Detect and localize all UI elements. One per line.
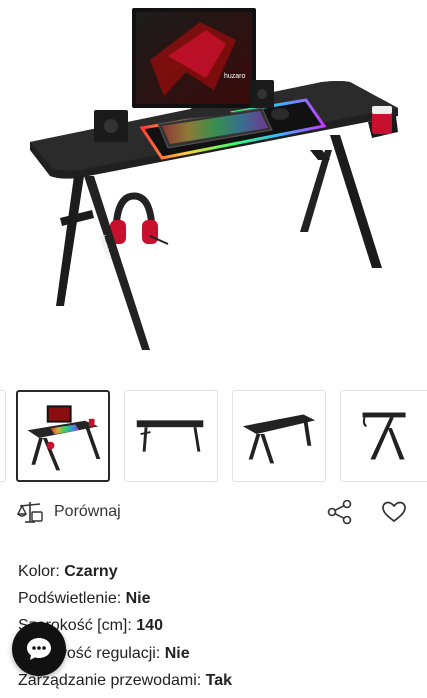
spec-value: Nie [125, 590, 151, 608]
spec-color: Kolor: Czarny [18, 560, 418, 587]
compare-button[interactable]: Porównaj [16, 498, 121, 526]
spec-width: Szerokość [cm]: 140 [18, 614, 418, 641]
thumbnail-previous[interactable] [0, 390, 6, 482]
desk-with-setup-icon [27, 405, 101, 471]
share-icon [327, 499, 352, 525]
desk-side-view-icon [362, 412, 406, 460]
spec-value: 140 [136, 617, 163, 635]
chat-button[interactable] [12, 622, 66, 676]
spec-backlight: Podświetlenie: Nie [18, 587, 418, 614]
favorite-button[interactable] [378, 496, 410, 528]
thumbnail-3[interactable] [232, 390, 326, 482]
gaming-desk-image: huzaro huzaro [30, 8, 398, 350]
desk-angle-view-icon [242, 414, 316, 464]
desk-front-view-icon [136, 420, 204, 452]
spec-label: Kolor: [18, 563, 60, 580]
product-specs: Kolor: Czarny Podświetlenie: Nie Szeroko… [18, 560, 418, 696]
actions-row: Porównaj [0, 494, 427, 530]
spec-value: Nie [164, 644, 190, 662]
compare-label: Porównaj [54, 503, 121, 520]
monitor-brand-text: huzaro [224, 73, 246, 80]
spec-cable-management: Zarządzanie przewodami: Tak [18, 669, 418, 696]
product-main-image[interactable]: huzaro huzaro [0, 0, 427, 372]
spec-value: Tak [205, 671, 233, 689]
scale-icon [16, 502, 43, 523]
spec-adjustable: Możliwość regulacji: Nie [18, 642, 418, 669]
spec-label: Podświetlenie: [18, 590, 122, 608]
thumbnail-2[interactable] [124, 390, 218, 482]
chat-bubble-icon [27, 638, 51, 660]
heart-icon [382, 501, 406, 523]
share-button[interactable] [324, 496, 356, 528]
spec-value: Czarny [64, 563, 118, 580]
thumbnail-4[interactable] [340, 390, 427, 482]
thumbnail-strip [0, 390, 427, 484]
thumbnail-1[interactable] [16, 390, 110, 482]
